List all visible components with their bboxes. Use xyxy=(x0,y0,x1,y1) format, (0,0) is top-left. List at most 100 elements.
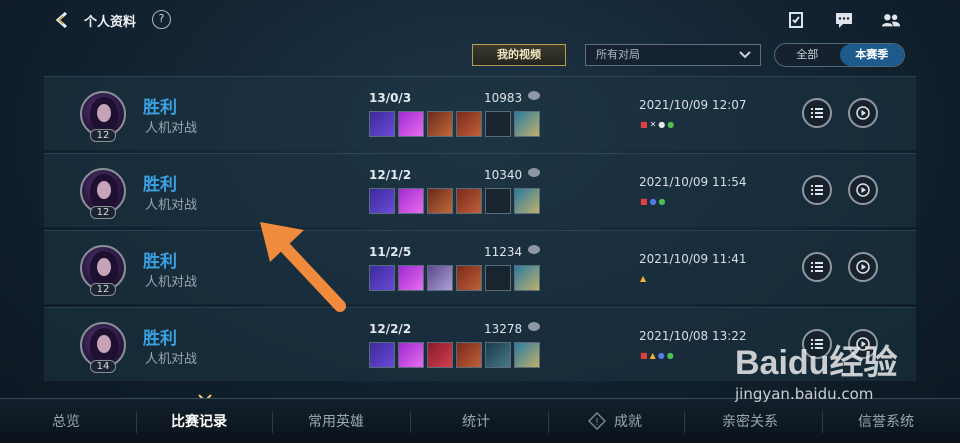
tag-icon: ● xyxy=(658,197,666,206)
list-icon xyxy=(811,108,823,118)
tag-icon: ✕ xyxy=(649,120,657,129)
kda: 13/0/3 xyxy=(369,91,412,105)
gold-amount: 11234 xyxy=(484,245,523,259)
item-icon xyxy=(369,111,395,137)
details-button[interactable] xyxy=(802,175,832,205)
tab-overview[interactable]: 总览 xyxy=(52,411,80,431)
tag-icon: ● xyxy=(667,120,675,129)
match-row[interactable]: 12 胜利 人机对战 11/2/5 11234 2021/10/09 11:41… xyxy=(44,230,916,304)
list-icon xyxy=(811,185,823,195)
level-badge: 12 xyxy=(90,129,116,142)
tab-divider xyxy=(410,411,411,433)
match-result: 胜利 xyxy=(143,175,177,195)
match-mode: 人机对战 xyxy=(145,352,198,367)
match-filter-select[interactable]: 所有对局 xyxy=(585,44,761,66)
match-date: 2021/10/09 12:07 xyxy=(639,98,747,112)
tab-divider xyxy=(548,411,549,433)
item-icon xyxy=(369,342,395,368)
kda: 12/1/2 xyxy=(369,168,412,182)
gold-icon xyxy=(528,168,540,177)
item-icon xyxy=(427,342,453,368)
header: 个人资料 ? xyxy=(0,0,960,40)
match-tags: ■ ▲ ● ● xyxy=(640,351,674,361)
tab-common-heroes[interactable]: 常用英雄 xyxy=(308,411,364,431)
tag-icon: ● xyxy=(657,351,665,360)
svg-text:!: ! xyxy=(595,417,599,428)
match-tags: ■ ✕ ● ● xyxy=(640,120,674,130)
replay-icon xyxy=(856,106,870,120)
tab-statistics[interactable]: 统计 xyxy=(462,411,490,431)
item-icon xyxy=(427,111,453,137)
replay-button[interactable] xyxy=(848,175,878,205)
item-icon xyxy=(398,265,424,291)
item-icon xyxy=(369,188,395,214)
level-badge: 12 xyxy=(90,206,116,219)
match-date: 2021/10/09 11:41 xyxy=(639,252,747,266)
match-mode: 人机对战 xyxy=(145,198,198,213)
watermark-logo: Baidu经验 xyxy=(735,344,898,382)
item-slots xyxy=(369,265,540,291)
kda: 12/2/2 xyxy=(369,322,412,336)
item-icon xyxy=(427,265,453,291)
details-button[interactable] xyxy=(802,252,832,282)
match-result: 胜利 xyxy=(143,329,177,349)
tag-icon: ▲ xyxy=(640,274,647,283)
item-icon xyxy=(485,342,511,368)
replay-button[interactable] xyxy=(848,98,878,128)
item-slots xyxy=(369,342,540,368)
item-icon xyxy=(514,265,540,291)
match-tags: ■ ● ● xyxy=(640,197,666,207)
match-row[interactable]: 12 胜利 人机对战 12/1/2 10340 2021/10/09 11:54… xyxy=(44,153,916,227)
item-icon xyxy=(514,111,540,137)
item-icon xyxy=(456,265,482,291)
gold-icon xyxy=(528,322,540,331)
friends-icon[interactable] xyxy=(881,10,901,30)
level-badge: 12 xyxy=(90,283,116,296)
tab-achievements[interactable]: 成就 xyxy=(614,411,642,431)
watermark: Baidu经验 jingyan.baidu.com xyxy=(735,335,950,415)
annotation-arrow-icon xyxy=(260,222,346,312)
replay-icon xyxy=(856,183,870,197)
level-badge: 14 xyxy=(90,360,116,373)
item-icon xyxy=(369,265,395,291)
tag-icon: ■ xyxy=(640,351,648,360)
item-icon xyxy=(456,188,482,214)
item-icon xyxy=(398,188,424,214)
details-button[interactable] xyxy=(802,98,832,128)
item-slots xyxy=(369,111,540,137)
item-icon xyxy=(456,111,482,137)
match-result: 胜利 xyxy=(143,252,177,272)
season-toggle: 全部 本赛季 xyxy=(774,43,905,67)
item-slots xyxy=(369,188,540,214)
tag-icon: ▲ xyxy=(649,351,656,360)
kda: 11/2/5 xyxy=(369,245,412,259)
match-row[interactable]: 12 胜利 人机对战 13/0/3 10983 2021/10/09 12:07… xyxy=(44,76,916,150)
tag-icon: ● xyxy=(658,120,666,129)
replay-button[interactable] xyxy=(848,252,878,282)
help-button[interactable]: ? xyxy=(152,10,171,29)
watermark-url: jingyan.baidu.com xyxy=(735,385,874,403)
match-mode: 人机对战 xyxy=(145,275,198,290)
checklist-icon[interactable] xyxy=(786,10,806,30)
tab-divider xyxy=(136,411,137,433)
match-result: 胜利 xyxy=(143,98,177,118)
seg-all[interactable]: 全部 xyxy=(775,44,840,66)
item-icon xyxy=(456,342,482,368)
tag-icon: ■ xyxy=(640,197,648,206)
match-mode: 人机对战 xyxy=(145,121,198,136)
item-slot-empty xyxy=(485,111,511,137)
item-icon xyxy=(398,342,424,368)
tag-icon: ■ xyxy=(640,120,648,129)
back-button[interactable] xyxy=(52,9,74,31)
tag-icon: ● xyxy=(649,197,657,206)
replay-icon xyxy=(856,260,870,274)
chat-icon[interactable] xyxy=(834,10,854,30)
match-tags: ▲ xyxy=(640,274,646,284)
seg-season[interactable]: 本赛季 xyxy=(839,44,904,66)
match-date: 2021/10/09 11:54 xyxy=(639,175,747,189)
item-icon xyxy=(398,111,424,137)
select-value: 所有对局 xyxy=(596,48,640,61)
my-video-button[interactable]: 我的视频 xyxy=(472,44,566,66)
gold-amount: 10983 xyxy=(484,91,523,105)
tab-match-history[interactable]: 比赛记录 xyxy=(171,411,227,431)
